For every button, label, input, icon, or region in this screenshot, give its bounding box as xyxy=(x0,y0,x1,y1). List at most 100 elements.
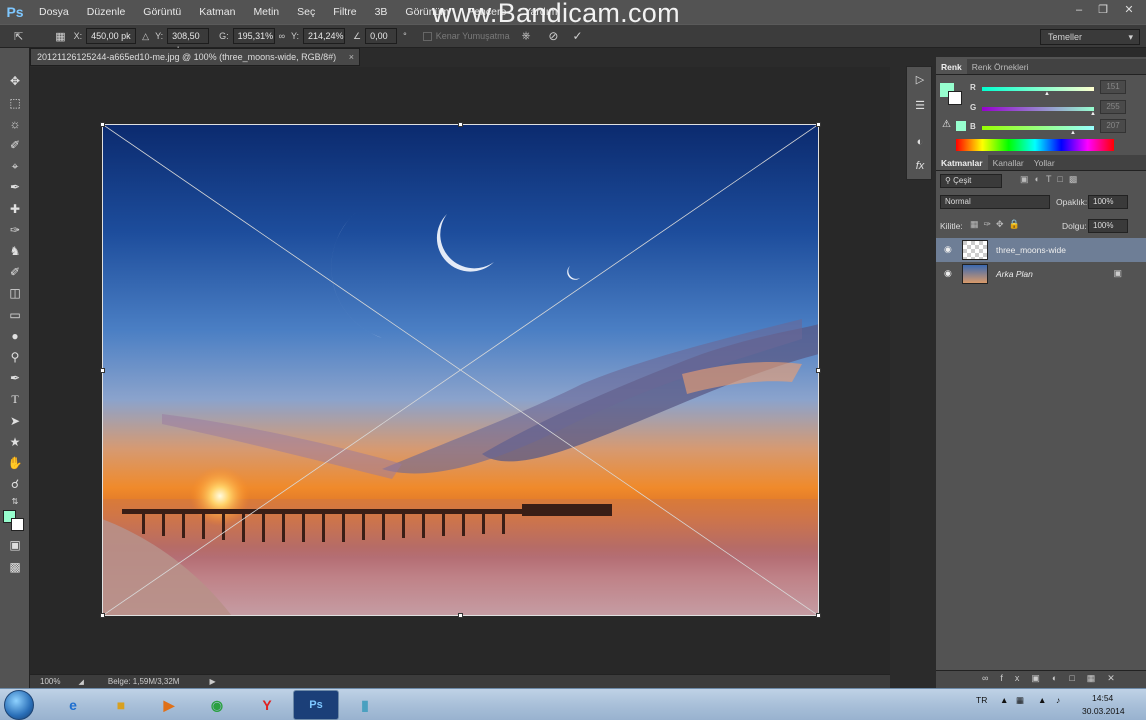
healing-brush-tool-icon[interactable]: ✚ xyxy=(5,200,25,218)
document-tab[interactable]: 20121126125244-a665ed10-me.jpg @ 100% (t… xyxy=(30,48,360,66)
lasso-tool-icon[interactable]: ☼ xyxy=(5,115,25,133)
handle-middle-right[interactable] xyxy=(816,368,821,373)
status-menu-icon[interactable]: ◢ xyxy=(78,678,83,686)
color-spectrum[interactable] xyxy=(956,139,1114,151)
background-color-swatch[interactable] xyxy=(11,518,24,531)
handle-bottom-left[interactable] xyxy=(100,613,105,618)
tray-expand-icon[interactable]: ▲ xyxy=(1000,695,1008,705)
antialias-checkbox[interactable] xyxy=(422,31,432,41)
green-slider[interactable]: G ▲ 255 xyxy=(970,100,1146,117)
layer-name[interactable]: three_moons-wide xyxy=(996,245,1066,255)
transform-tool-icon[interactable]: ⇱ xyxy=(14,30,23,43)
blue-slider-thumb[interactable]: ▲ xyxy=(1070,130,1076,136)
workspace-select[interactable]: Temeller ▾ xyxy=(1040,29,1140,45)
menu-filtre[interactable]: Filtre xyxy=(324,6,365,18)
tab-renk-ornekleri[interactable]: Renk Örnekleri xyxy=(967,59,1034,74)
opacity-field[interactable]: 100% xyxy=(1088,195,1128,209)
layer-row[interactable]: ◉ three_moons-wide xyxy=(936,238,1146,262)
menu-3b[interactable]: 3B xyxy=(366,6,397,18)
screen-mode-icon[interactable]: ▩ xyxy=(5,558,25,576)
notes-icon[interactable]: ▮ xyxy=(342,690,388,720)
yandex-icon[interactable]: Y xyxy=(244,690,290,720)
brush-tool-icon[interactable]: ✑ xyxy=(5,221,25,239)
visibility-eye-icon[interactable]: ◉ xyxy=(944,268,952,279)
clock-time[interactable]: 14:54 xyxy=(1092,693,1113,703)
language-indicator[interactable]: TR xyxy=(976,695,987,705)
shape-tool-icon[interactable]: ★ xyxy=(5,433,25,451)
angle-field[interactable]: 0,00 xyxy=(365,28,398,44)
chrome-icon[interactable]: ◉ xyxy=(194,690,240,720)
x-position-field[interactable]: 450,00 pk xyxy=(86,28,137,44)
signal-icon[interactable]: ▲ xyxy=(1038,695,1046,705)
minimize-icon[interactable]: – xyxy=(1072,4,1086,16)
visibility-eye-icon[interactable]: ◉ xyxy=(944,244,952,255)
reference-point-icon[interactable]: ▦ xyxy=(55,30,65,43)
history-brush-tool-icon[interactable]: ✐ xyxy=(5,263,25,281)
lock-icons[interactable]: ▦✑✥🔒 xyxy=(970,219,1025,230)
type-tool-icon[interactable]: T xyxy=(5,390,25,408)
clock-date[interactable]: 30.03.2014 xyxy=(1082,706,1125,716)
internet-explorer-icon[interactable]: e xyxy=(50,690,96,720)
styles-panel-icon[interactable]: fx xyxy=(911,157,929,175)
red-slider[interactable]: R ▲ 151 xyxy=(970,80,1146,97)
menu-sec[interactable]: Seç xyxy=(288,6,324,18)
red-slider-thumb[interactable]: ▲ xyxy=(1044,91,1050,97)
red-slider-track[interactable] xyxy=(982,87,1094,91)
marquee-tool-icon[interactable]: ⬚ xyxy=(5,94,25,112)
width-field[interactable]: 195,31% xyxy=(232,28,275,44)
swap-colors-icon[interactable]: ⇅ xyxy=(5,493,25,511)
gradient-tool-icon[interactable]: ▭ xyxy=(5,306,25,324)
fill-field[interactable]: 100% xyxy=(1088,219,1128,233)
blue-slider[interactable]: B ▲ 207 xyxy=(970,119,1146,136)
layer-name[interactable]: Arka Plan xyxy=(996,269,1033,279)
blue-slider-track[interactable] xyxy=(982,126,1094,130)
tab-kanallar[interactable]: Kanallar xyxy=(988,155,1029,170)
layer-filter-icons[interactable]: ▣◐T□▩ xyxy=(1020,174,1140,188)
quick-select-tool-icon[interactable]: ✐ xyxy=(5,136,25,154)
pen-tool-icon[interactable]: ✒ xyxy=(5,369,25,387)
cancel-transform-icon[interactable]: ⊘ xyxy=(548,29,558,43)
restore-icon[interactable]: ❐ xyxy=(1096,4,1110,16)
red-value-field[interactable]: 151 xyxy=(1100,80,1126,94)
link-icon[interactable]: ∞ xyxy=(279,31,285,41)
network-icon[interactable]: ▦ xyxy=(1016,695,1024,706)
commit-transform-icon[interactable]: ✓ xyxy=(572,29,582,43)
zoom-tool-icon[interactable]: ☌ xyxy=(5,475,25,493)
layers-footer-icons[interactable]: ∞fx▣◐□▦✕ xyxy=(982,673,1127,684)
tab-katmanlar[interactable]: Katmanlar xyxy=(936,155,988,170)
handle-top-center[interactable] xyxy=(458,122,463,127)
volume-icon[interactable]: ♪ xyxy=(1056,695,1060,705)
eraser-tool-icon[interactable]: ◫ xyxy=(5,284,25,302)
warp-icon[interactable]: ⎈ xyxy=(522,30,531,43)
photoshop-taskbar-icon[interactable]: Ps xyxy=(293,690,339,720)
layer-filter-select[interactable]: ⚲ Çeşit xyxy=(940,174,1002,188)
green-value-field[interactable]: 255 xyxy=(1100,100,1126,114)
layer-row[interactable]: ◉ Arka Plan ▣ xyxy=(936,262,1146,286)
hand-tool-icon[interactable]: ✋ xyxy=(5,454,25,472)
handle-top-right[interactable] xyxy=(816,122,821,127)
menu-katman[interactable]: Katman xyxy=(190,6,244,18)
green-slider-track[interactable] xyxy=(982,107,1094,111)
handle-middle-left[interactable] xyxy=(100,368,105,373)
color-background-swatch[interactable] xyxy=(948,91,962,105)
tab-renk[interactable]: Renk xyxy=(936,59,967,74)
clone-stamp-tool-icon[interactable]: ♞ xyxy=(5,242,25,260)
start-button[interactable] xyxy=(4,690,34,720)
file-explorer-icon[interactable]: ■ xyxy=(98,690,144,720)
path-select-tool-icon[interactable]: ➤ xyxy=(5,412,25,430)
status-arrow-icon[interactable]: ▶ xyxy=(209,677,215,686)
quick-mask-icon[interactable]: ▣ xyxy=(5,536,25,554)
blur-tool-icon[interactable]: ● xyxy=(5,327,25,345)
properties-panel-icon[interactable]: ☰ xyxy=(911,97,929,115)
y-position-field[interactable]: 308,50 pk xyxy=(167,28,210,55)
zoom-level[interactable]: 100% xyxy=(40,677,60,686)
blend-mode-select[interactable]: Normal xyxy=(940,195,1050,209)
menu-duzenle[interactable]: Düzenle xyxy=(78,6,135,18)
media-player-icon[interactable]: ▶ xyxy=(146,690,192,720)
blue-value-field[interactable]: 207 xyxy=(1100,119,1126,133)
green-slider-thumb[interactable]: ▲ xyxy=(1090,111,1096,117)
history-panel-icon[interactable]: ▷ xyxy=(911,71,929,89)
height-field[interactable]: 214,24% xyxy=(303,28,346,44)
menu-goruntu[interactable]: Görüntü xyxy=(134,6,190,18)
handle-bottom-right[interactable] xyxy=(816,613,821,618)
